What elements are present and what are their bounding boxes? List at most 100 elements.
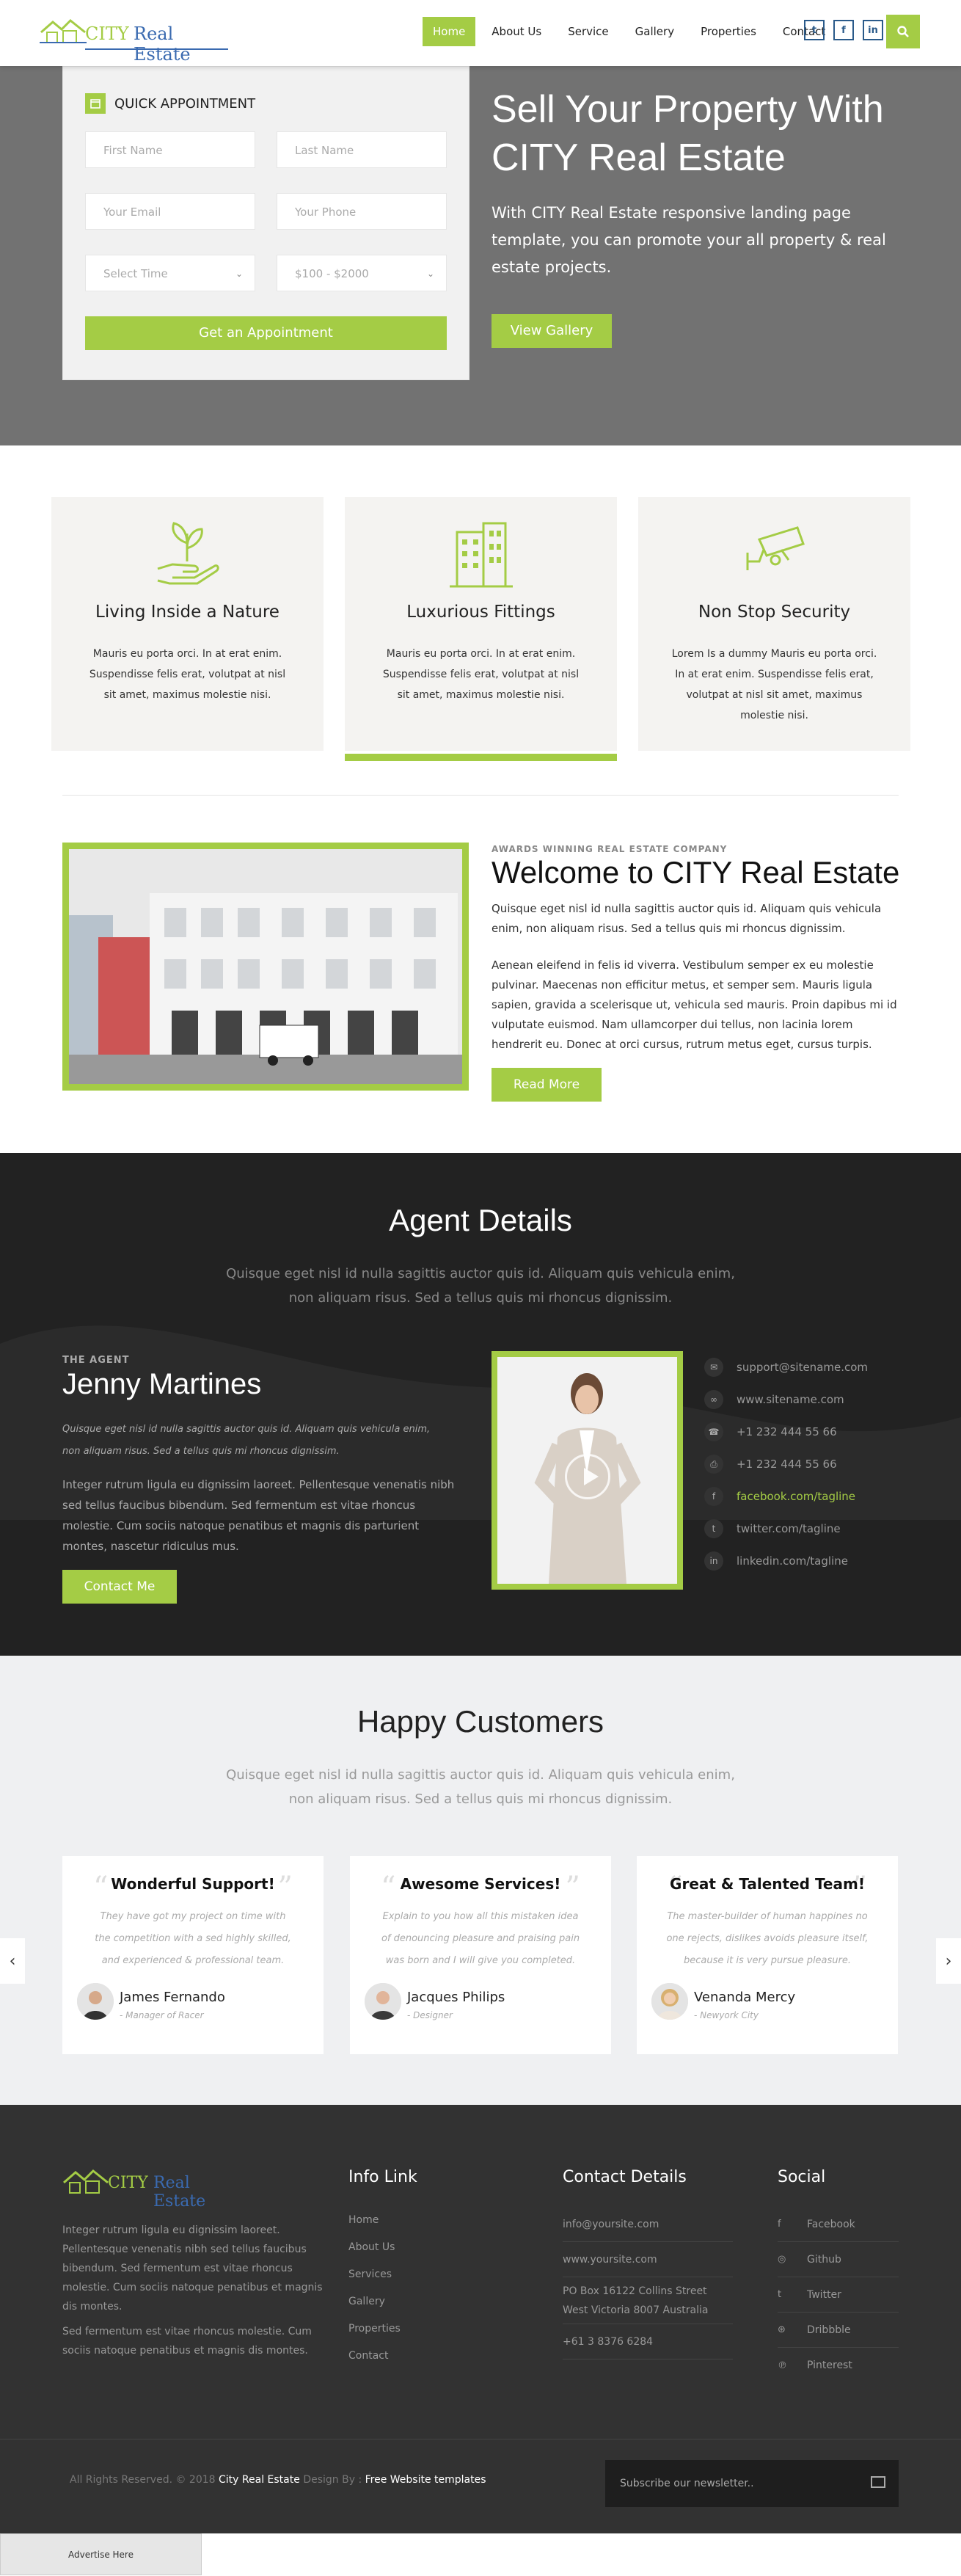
- welcome-subtitle: AWARDS WINNING REAL ESTATE COMPANY: [492, 844, 728, 854]
- appointment-form: QUICK APPOINTMENT First Name Last Name Y…: [62, 66, 469, 380]
- github-icon: ◎: [778, 2254, 786, 2265]
- get-appointment-button[interactable]: Get an Appointment: [85, 316, 447, 350]
- testimonial-text: Explain to you how all this mistaken ide…: [381, 1911, 580, 1966]
- feature-text: Lorem Is a dummy Mauris eu porta orci. I…: [671, 648, 877, 721]
- agent-linkedin[interactable]: in linkedin.com/tagline: [704, 1545, 917, 1577]
- newsletter-placeholder: Subscribe our newsletter..: [620, 2478, 754, 2489]
- read-more-button[interactable]: Read More: [492, 1068, 602, 1102]
- logo-underline: [85, 48, 228, 50]
- carousel-prev-button[interactable]: ‹: [0, 1938, 25, 1984]
- carousel-next-button[interactable]: ›: [936, 1938, 961, 1984]
- footer-about: Integer rutrum ligula eu dignissim laore…: [62, 2221, 326, 2360]
- footer-link[interactable]: Gallery: [348, 2288, 417, 2315]
- view-gallery-button[interactable]: View Gallery: [492, 314, 612, 348]
- twitter-icon[interactable]: t: [804, 20, 825, 40]
- footer-social-pinterest[interactable]: ℗ Pinterest: [778, 2348, 899, 2383]
- testimonial-title: Wonderful Support!: [111, 1875, 275, 1893]
- testimonial-name: Venanda Mercy: [694, 1990, 796, 2005]
- envelope-icon[interactable]: [871, 2476, 885, 2488]
- footer-social: Social f Facebook ◎ Github t Twitter ⊛ Dribb…: [778, 2168, 899, 2383]
- testimonial-role: - Newyork City: [694, 2010, 759, 2020]
- hero-section: QUICK APPOINTMENT First Name Last Name Y…: [0, 66, 961, 445]
- agent-phone[interactable]: ☎ +1 232 444 55 66: [704, 1416, 917, 1448]
- dribbble-icon: ⊛: [778, 2324, 786, 2335]
- feature-text: Mauris eu porta orci. In at erat enim. S…: [89, 648, 286, 701]
- linkedin-icon[interactable]: in: [863, 20, 883, 40]
- newsletter-input[interactable]: Subscribe our newsletter..: [605, 2460, 899, 2507]
- facebook-icon[interactable]: f: [833, 20, 854, 40]
- footer-social-twitter[interactable]: t Twitter: [778, 2277, 899, 2313]
- avatar: [651, 1983, 688, 2020]
- testimonial-card: “” Great & Talented Team! The master-bui…: [637, 1856, 898, 2054]
- chevron-down-icon: ⌄: [235, 269, 243, 279]
- footer-link[interactable]: Contact: [348, 2343, 417, 2370]
- house-logo-icon: [63, 2169, 109, 2194]
- calendar-icon: [85, 93, 106, 114]
- nav-gallery[interactable]: Gallery: [625, 17, 684, 46]
- footer-link[interactable]: Home: [348, 2207, 417, 2234]
- footer-social-dribbble[interactable]: ⊛ Dribbble: [778, 2313, 899, 2348]
- customers-section: Happy Customers Quisque eget nisl id nul…: [0, 1656, 961, 2105]
- plant-hand-icon: [157, 522, 219, 585]
- footer-logo[interactable]: CITY Real Estate: [62, 2165, 224, 2211]
- footer-social-title: Social: [778, 2168, 826, 2186]
- agent-email[interactable]: ✉ support@sitename.com: [704, 1351, 917, 1383]
- agent-fax[interactable]: ⎙ +1 232 444 55 66: [704, 1448, 917, 1480]
- hero-text: With CITY Real Estate responsive landing…: [492, 204, 886, 276]
- customers-title: Happy Customers: [357, 1704, 604, 1739]
- email-field[interactable]: Your Email: [85, 193, 255, 230]
- nav-properties[interactable]: Properties: [690, 17, 767, 46]
- last-name-field[interactable]: Last Name: [277, 131, 447, 168]
- chevron-down-icon: ⌄: [426, 269, 434, 279]
- footer-email[interactable]: info@yoursite.com: [563, 2207, 733, 2242]
- customers-lead: Quisque eget nisl id nulla sagittis auct…: [226, 1767, 735, 1807]
- site-header: CITY Real Estate Home About Us Service G…: [0, 0, 961, 66]
- agent-name: Jenny Martines: [62, 1368, 262, 1400]
- nav-home[interactable]: Home: [423, 17, 476, 46]
- footer-phone[interactable]: +61 3 8376 6284: [563, 2324, 733, 2359]
- footer-website[interactable]: www.yoursite.com: [563, 2242, 733, 2277]
- footer-link[interactable]: Services: [348, 2261, 417, 2288]
- nav-service[interactable]: Service: [558, 17, 618, 46]
- contact-me-button[interactable]: Contact Me: [62, 1570, 177, 1604]
- price-select-value: $100 - $2000: [295, 267, 369, 280]
- twitter-icon: t: [704, 1519, 723, 1538]
- copyright-link[interactable]: Free Website templates: [365, 2474, 486, 2486]
- avatar: [365, 1983, 401, 2020]
- footer-address: PO Box 16122 Collins Street West Victori…: [563, 2277, 733, 2324]
- bottom-blank: [202, 2533, 961, 2575]
- agent-website[interactable]: ∞ www.sitename.com: [704, 1383, 917, 1416]
- agent-quote: Quisque eget nisl id nulla sagittis auct…: [62, 1424, 431, 1457]
- testimonial-name: Jacques Philips: [407, 1990, 505, 2005]
- appointment-title: QUICK APPOINTMENT: [85, 93, 255, 114]
- footer-link[interactable]: Properties: [348, 2315, 417, 2343]
- phone-field[interactable]: Your Phone: [277, 193, 447, 230]
- welcome-intro: Quisque eget nisl id nulla sagittis auct…: [492, 902, 882, 935]
- nav-about[interactable]: About Us: [481, 17, 552, 46]
- feature-title: Living Inside a Nature: [95, 603, 279, 622]
- advertise-banner[interactable]: Advertise Here: [0, 2533, 202, 2575]
- cctv-icon: [746, 526, 805, 570]
- copyright-brand[interactable]: City Real Estate: [219, 2474, 300, 2486]
- chevron-right-icon: ›: [945, 1951, 952, 1971]
- testimonial-role: - Manager of Racer: [120, 2010, 204, 2020]
- footer-social-facebook[interactable]: f Facebook: [778, 2207, 899, 2242]
- welcome-body: Aenean eleifend in felis id viverra. Ves…: [492, 958, 897, 1051]
- copyright-design-by: Design By :: [303, 2474, 362, 2486]
- agent-facebook[interactable]: f facebook.com/tagline: [704, 1480, 917, 1513]
- copyright: All Rights Reserved. © 2018 City Real Es…: [70, 2474, 486, 2486]
- street-image: [69, 849, 462, 1084]
- search-button[interactable]: [886, 15, 920, 48]
- agent-bio: Integer rutrum ligula eu dignissim laore…: [62, 1478, 455, 1553]
- price-select[interactable]: $100 - $2000 ⌄: [277, 255, 447, 291]
- agent-photo: [492, 1351, 683, 1590]
- footer-link[interactable]: About Us: [348, 2234, 417, 2261]
- site-logo[interactable]: CITY Real Estate: [40, 15, 228, 65]
- time-select[interactable]: Select Time ⌄: [85, 255, 255, 291]
- agent-section-lead: Quisque eget nisl id nulla sagittis auct…: [226, 1266, 735, 1306]
- first-name-field[interactable]: First Name: [85, 131, 255, 168]
- footer-social-github[interactable]: ◎ Github: [778, 2242, 899, 2277]
- agent-twitter[interactable]: t twitter.com/tagline: [704, 1513, 917, 1545]
- play-video-icon[interactable]: [565, 1454, 610, 1499]
- feature-text: Mauris eu porta orci. In at erat enim. S…: [382, 648, 580, 701]
